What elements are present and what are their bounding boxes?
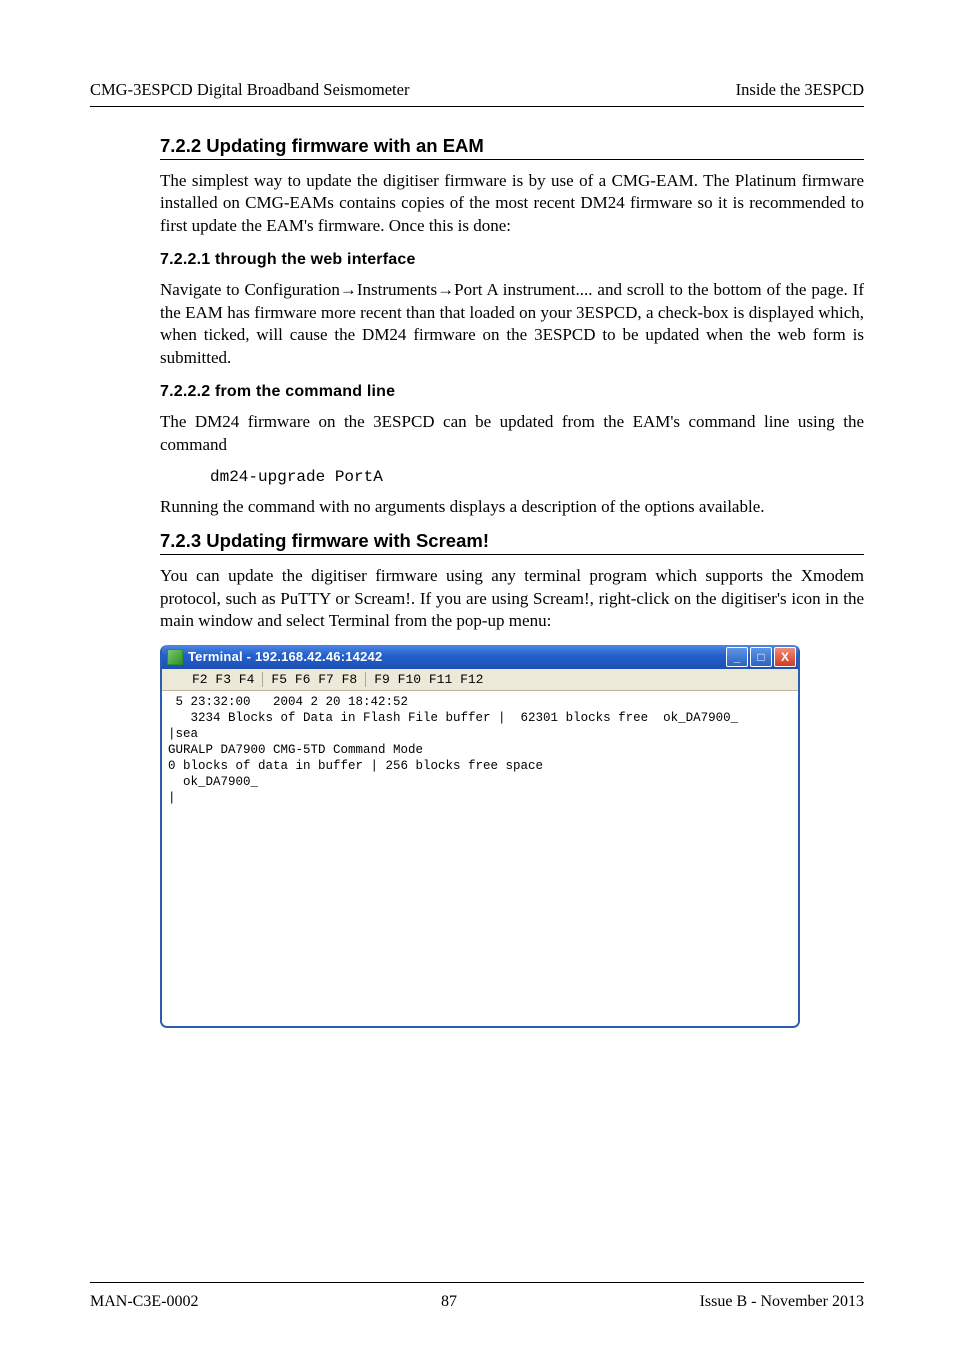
footer-issue: Issue B - November 2013 bbox=[700, 1293, 864, 1311]
heading-7-2-2-1: 7.2.2.1 through the web interface bbox=[160, 251, 864, 269]
terminal-title: Terminal - 192.168.42.46:14242 bbox=[188, 649, 382, 664]
terminal-titlebar[interactable]: Terminal - 192.168.42.46:14242 _ □ X bbox=[162, 645, 798, 669]
terminal-app-icon bbox=[167, 649, 183, 665]
heading-7-2-2: 7.2.2 Updating firmware with an EAM bbox=[160, 135, 864, 160]
para-7-2-2-intro: The simplest way to update the digitiser… bbox=[160, 170, 864, 237]
footer-doc-id: MAN-C3E-0002 bbox=[90, 1293, 198, 1311]
terminal-window: Terminal - 192.168.42.46:14242 _ □ X F2 … bbox=[160, 645, 800, 1028]
header-rule bbox=[90, 106, 864, 107]
fkey-group-2[interactable]: F5 F6 F7 F8 bbox=[263, 672, 366, 687]
para-7-2-3: You can update the digitiser firmware us… bbox=[160, 565, 864, 632]
terminal-fkey-bar[interactable]: F2 F3 F4 F5 F6 F7 F8 F9 F10 F11 F12 bbox=[162, 669, 798, 691]
window-minimize-button[interactable]: _ bbox=[726, 647, 748, 667]
window-close-button[interactable]: X bbox=[774, 647, 796, 667]
footer-page-number: 87 bbox=[441, 1293, 457, 1311]
fkey-group-1[interactable]: F2 F3 F4 bbox=[168, 672, 263, 687]
para-7-2-2-2-trail: Running the command with no arguments di… bbox=[160, 496, 864, 518]
header-right: Inside the 3ESPCD bbox=[736, 80, 864, 100]
window-maximize-button[interactable]: □ bbox=[750, 647, 772, 667]
para-7-2-2-1: Navigate to Configuration→Instruments→Po… bbox=[160, 279, 864, 369]
footer-rule bbox=[90, 1282, 864, 1283]
para-7-2-2-2-lead: The DM24 firmware on the 3ESPCD can be u… bbox=[160, 411, 864, 456]
terminal-output[interactable]: 5 23:32:00 2004 2 20 18:42:52 3234 Block… bbox=[162, 691, 798, 1026]
fkey-group-3[interactable]: F9 F10 F11 F12 bbox=[366, 672, 491, 687]
header-left: CMG-3ESPCD Digital Broadband Seismometer bbox=[90, 80, 409, 100]
heading-7-2-2-2: 7.2.2.2 from the command line bbox=[160, 383, 864, 401]
code-dm24-upgrade: dm24-upgrade PortA bbox=[210, 468, 864, 486]
heading-7-2-3: 7.2.3 Updating firmware with Scream! bbox=[160, 530, 864, 555]
